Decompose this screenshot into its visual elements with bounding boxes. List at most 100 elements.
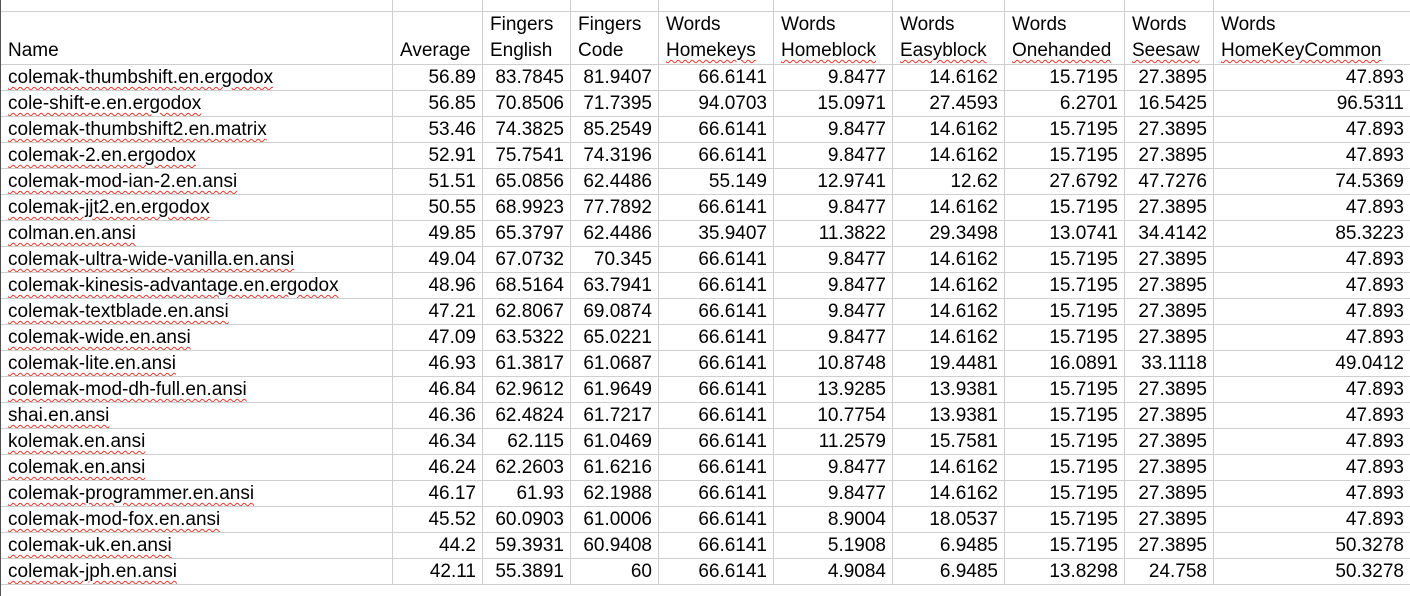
fingers-english-cell[interactable]: 62.8067 [482, 298, 571, 325]
words-homekeys-cell[interactable]: 66.6141 [658, 350, 774, 377]
fingers-code-cell[interactable]: 61.0006 [570, 506, 659, 533]
name-cell[interactable]: colemak.en.ansi [0, 454, 393, 481]
cell[interactable] [658, 0, 774, 12]
header-cell-fingers-code[interactable]: Fingers Code [570, 11, 659, 65]
words-onehanded-cell[interactable]: 15.7195 [1004, 376, 1125, 403]
words-homeblock-cell[interactable]: 12.9741 [773, 168, 893, 195]
words-homeblock-cell[interactable]: 11.2579 [773, 428, 893, 455]
name-cell[interactable]: colemak-thumbshift2.en.matrix [0, 116, 393, 143]
words-homekeycommon-cell[interactable]: 47.893 [1213, 64, 1410, 91]
words-seesaw-cell[interactable]: 27.3895 [1124, 246, 1214, 273]
words-onehanded-cell[interactable]: 15.7195 [1004, 506, 1125, 533]
header-cell-words-onehanded[interactable]: Words Onehanded [1004, 11, 1125, 65]
fingers-code-cell[interactable]: 77.7892 [570, 194, 659, 221]
name-cell[interactable]: colemak-jph.en.ansi [0, 558, 393, 585]
fingers-english-cell[interactable]: 74.3825 [482, 116, 571, 143]
header-cell-fingers-english[interactable]: Fingers English [482, 11, 571, 65]
words-seesaw-cell[interactable]: 27.3895 [1124, 532, 1214, 559]
name-cell[interactable]: colemak-mod-fox.en.ansi [0, 506, 393, 533]
name-cell[interactable]: colemak-2.en.ergodox [0, 142, 393, 169]
fingers-code-cell[interactable]: 62.4486 [570, 220, 659, 247]
words-easyblock-cell[interactable]: 14.6162 [892, 298, 1005, 325]
words-easyblock-cell[interactable]: 19.4481 [892, 350, 1005, 377]
cell[interactable] [392, 0, 483, 12]
fingers-english-cell[interactable]: 83.7845 [482, 64, 571, 91]
words-homekeys-cell[interactable]: 66.6141 [658, 194, 774, 221]
words-homeblock-cell[interactable]: 13.9285 [773, 376, 893, 403]
words-onehanded-cell[interactable]: 13.0741 [1004, 220, 1125, 247]
words-homekeycommon-cell[interactable]: 47.893 [1213, 116, 1410, 143]
words-homekeycommon-cell[interactable]: 47.893 [1213, 298, 1410, 325]
words-homekeys-cell[interactable]: 55.149 [658, 168, 774, 195]
words-easyblock-cell[interactable]: 14.6162 [892, 64, 1005, 91]
fingers-english-cell[interactable]: 59.3931 [482, 532, 571, 559]
words-homekeycommon-cell[interactable]: 96.5311 [1213, 90, 1410, 117]
header-cell-words-homekeycommon[interactable]: Words HomeKeyCommon [1213, 11, 1410, 65]
words-seesaw-cell[interactable]: 27.3895 [1124, 454, 1214, 481]
header-cell-average[interactable]: Average [392, 11, 483, 65]
average-cell[interactable]: 45.52 [392, 506, 483, 533]
words-homeblock-cell[interactable]: 9.8477 [773, 272, 893, 299]
fingers-english-cell[interactable]: 62.4824 [482, 402, 571, 429]
words-seesaw-cell[interactable]: 27.3895 [1124, 376, 1214, 403]
words-homekeys-cell[interactable]: 66.6141 [658, 298, 774, 325]
average-cell[interactable]: 56.89 [392, 64, 483, 91]
words-homekeys-cell[interactable]: 66.6141 [658, 272, 774, 299]
words-homekeycommon-cell[interactable]: 47.893 [1213, 194, 1410, 221]
words-easyblock-cell[interactable]: 12.62 [892, 168, 1005, 195]
words-seesaw-cell[interactable]: 34.4142 [1124, 220, 1214, 247]
words-homeblock-cell[interactable]: 9.8477 [773, 116, 893, 143]
average-cell[interactable]: 47.21 [392, 298, 483, 325]
cell[interactable] [1004, 0, 1125, 12]
fingers-english-cell[interactable]: 68.9923 [482, 194, 571, 221]
cell[interactable] [1213, 0, 1410, 12]
words-homekeys-cell[interactable]: 66.6141 [658, 480, 774, 507]
name-cell[interactable]: colemak-lite.en.ansi [0, 350, 393, 377]
words-onehanded-cell[interactable]: 13.8298 [1004, 558, 1125, 585]
words-homekeys-cell[interactable]: 66.6141 [658, 428, 774, 455]
words-homeblock-cell[interactable]: 9.8477 [773, 454, 893, 481]
words-seesaw-cell[interactable]: 33.1118 [1124, 350, 1214, 377]
words-homeblock-cell[interactable]: 8.9004 [773, 506, 893, 533]
average-cell[interactable]: 42.11 [392, 558, 483, 585]
words-homekeys-cell[interactable]: 66.6141 [658, 142, 774, 169]
words-homekeycommon-cell[interactable]: 85.3223 [1213, 220, 1410, 247]
fingers-english-cell[interactable]: 67.0732 [482, 246, 571, 273]
words-easyblock-cell[interactable]: 13.9381 [892, 376, 1005, 403]
name-cell[interactable]: kolemak.en.ansi [0, 428, 393, 455]
cell[interactable] [892, 0, 1005, 12]
words-homekeycommon-cell[interactable]: 47.893 [1213, 506, 1410, 533]
words-homeblock-cell[interactable]: 15.0971 [773, 90, 893, 117]
fingers-english-cell[interactable]: 68.5164 [482, 272, 571, 299]
average-cell[interactable]: 51.51 [392, 168, 483, 195]
header-cell-words-seesaw[interactable]: Words Seesaw [1124, 11, 1214, 65]
words-homeblock-cell[interactable]: 9.8477 [773, 64, 893, 91]
name-cell[interactable]: colemak-mod-dh-full.en.ansi [0, 376, 393, 403]
words-homeblock-cell[interactable]: 5.1908 [773, 532, 893, 559]
words-seesaw-cell[interactable]: 27.3895 [1124, 480, 1214, 507]
fingers-english-cell[interactable]: 70.8506 [482, 90, 571, 117]
fingers-english-cell[interactable]: 62.2603 [482, 454, 571, 481]
words-homeblock-cell[interactable]: 9.8477 [773, 246, 893, 273]
fingers-code-cell[interactable]: 62.4486 [570, 168, 659, 195]
words-homekeycommon-cell[interactable]: 47.893 [1213, 246, 1410, 273]
name-cell[interactable]: colemak-uk.en.ansi [0, 532, 393, 559]
words-seesaw-cell[interactable]: 27.3895 [1124, 64, 1214, 91]
words-easyblock-cell[interactable]: 14.6162 [892, 272, 1005, 299]
words-homekeys-cell[interactable]: 35.9407 [658, 220, 774, 247]
words-homekeys-cell[interactable]: 66.6141 [658, 376, 774, 403]
fingers-english-cell[interactable]: 62.115 [482, 428, 571, 455]
words-seesaw-cell[interactable]: 47.7276 [1124, 168, 1214, 195]
words-easyblock-cell[interactable]: 18.0537 [892, 506, 1005, 533]
words-homekeys-cell[interactable]: 66.6141 [658, 558, 774, 585]
words-homekeycommon-cell[interactable]: 47.893 [1213, 454, 1410, 481]
fingers-code-cell[interactable]: 60.9408 [570, 532, 659, 559]
name-cell[interactable]: colemak-wide.en.ansi [0, 324, 393, 351]
name-cell[interactable]: shai.en.ansi [0, 402, 393, 429]
fingers-code-cell[interactable]: 61.0469 [570, 428, 659, 455]
average-cell[interactable]: 48.96 [392, 272, 483, 299]
words-homekeys-cell[interactable]: 66.6141 [658, 402, 774, 429]
words-homekeycommon-cell[interactable]: 47.893 [1213, 376, 1410, 403]
words-onehanded-cell[interactable]: 15.7195 [1004, 402, 1125, 429]
name-cell[interactable]: colemak-ultra-wide-vanilla.en.ansi [0, 246, 393, 273]
